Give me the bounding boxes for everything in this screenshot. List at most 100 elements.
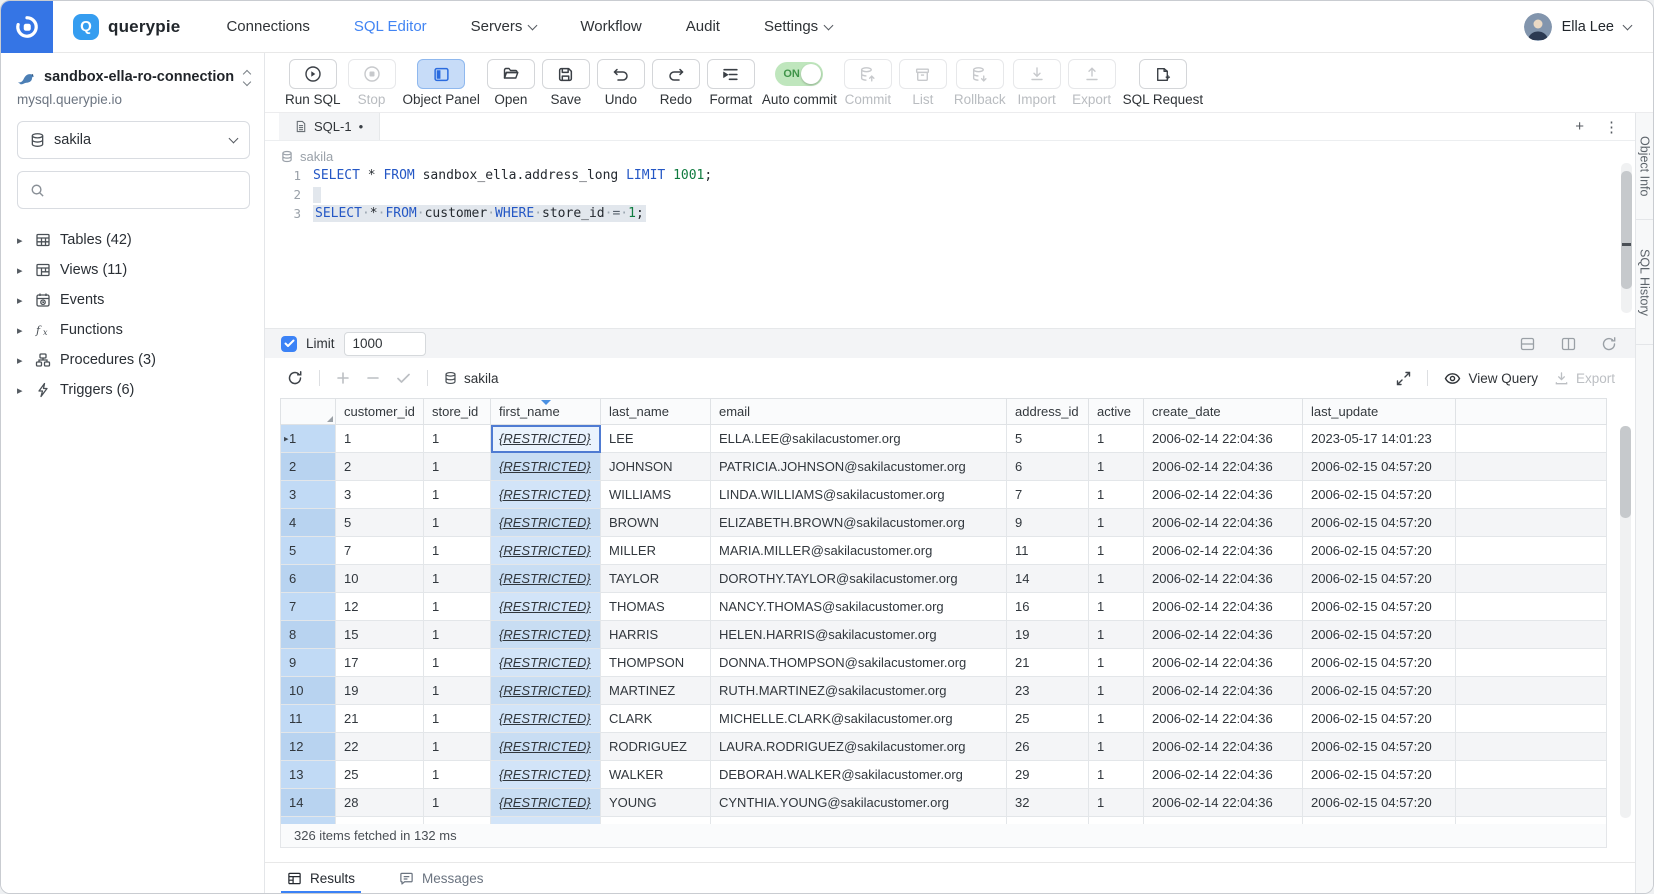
tree-procedures[interactable]: ▸ Procedures (3): [17, 345, 250, 375]
tab-sql-1[interactable]: SQL-1 •: [279, 113, 380, 140]
cell-store_id[interactable]: 1: [424, 733, 491, 761]
database-select[interactable]: sakila: [17, 121, 250, 159]
cell-customer_id[interactable]: 19: [336, 677, 424, 705]
cell-last_update[interactable]: 2006-02-15 04:57:20: [1303, 509, 1456, 537]
scrollbar-thumb[interactable]: [1621, 171, 1632, 289]
cell-email[interactable]: LINDA.WILLIAMS@sakilacustomer.org: [711, 481, 1007, 509]
cell-blank[interactable]: [1456, 453, 1607, 481]
cell-first_name[interactable]: {RESTRICTED}: [491, 621, 601, 649]
cell-first_name[interactable]: {RESTRICTED}: [491, 509, 601, 537]
cell-last_name[interactable]: BROWN: [601, 509, 711, 537]
cell-address_id[interactable]: 26: [1007, 733, 1089, 761]
cell-store_id[interactable]: 1: [424, 481, 491, 509]
save-button[interactable]: Save: [542, 59, 590, 107]
cell-last_name[interactable]: CLARK: [601, 705, 711, 733]
cell-email[interactable]: CYNTHIA.YOUNG@sakilacustomer.org: [711, 789, 1007, 817]
split-horizontal-icon[interactable]: [1519, 336, 1536, 352]
format-button[interactable]: Format: [707, 59, 755, 107]
cell-email[interactable]: NANCY.THOMAS@sakilacustomer.org: [711, 593, 1007, 621]
cell-email[interactable]: ELIZABETH.BROWN@sakilacustomer.org: [711, 509, 1007, 537]
cell-last_name[interactable]: TAYLOR: [601, 565, 711, 593]
cell-address_id[interactable]: 5: [1007, 425, 1089, 453]
refresh-icon[interactable]: [1601, 336, 1617, 352]
cell-first_name[interactable]: {RESTRICTED}: [491, 425, 601, 453]
cell-store_id[interactable]: 1: [424, 705, 491, 733]
row-number[interactable]: 7: [281, 593, 336, 621]
cell-blank[interactable]: [1456, 509, 1607, 537]
row-number[interactable]: 2: [281, 453, 336, 481]
cell-last_update[interactable]: 2006-02-15 04:57:20: [1303, 733, 1456, 761]
cell-first_name[interactable]: {RESTRICTED}: [491, 649, 601, 677]
cell-customer_id[interactable]: 28: [336, 789, 424, 817]
cell-store_id[interactable]: 1: [424, 649, 491, 677]
object-info-tab[interactable]: Object Info: [1636, 113, 1653, 220]
scrollbar-thumb[interactable]: [1620, 426, 1631, 518]
editor-scrollbar[interactable]: [1621, 163, 1632, 313]
cell-create_date[interactable]: 2006-02-14 22:04:36: [1144, 789, 1303, 817]
tree-events[interactable]: ▸ Events: [17, 285, 250, 315]
toggle-on[interactable]: ON: [775, 62, 823, 86]
redo-button[interactable]: Redo: [652, 59, 700, 107]
row-number[interactable]: 4: [281, 509, 336, 537]
column-header-blank[interactable]: [1456, 399, 1607, 425]
cell-create_date[interactable]: 2006-02-14 22:04:36: [1144, 537, 1303, 565]
search-input[interactable]: [54, 182, 237, 198]
cell-blank[interactable]: [1456, 621, 1607, 649]
cell-email[interactable]: DEBORAH.WALKER@sakilacustomer.org: [711, 761, 1007, 789]
column-header-create_date[interactable]: create_date: [1144, 399, 1303, 425]
brand[interactable]: Q querypie: [73, 14, 180, 40]
limit-input[interactable]: [344, 332, 426, 356]
cell-last_name[interactable]: MARTINEZ: [601, 677, 711, 705]
cell-address_id[interactable]: 32: [1007, 789, 1089, 817]
sql-request-button[interactable]: SQL Request: [1123, 59, 1204, 107]
row-number[interactable]: 5: [281, 537, 336, 565]
cell-store_id[interactable]: 1: [424, 621, 491, 649]
cell-active[interactable]: 1: [1089, 565, 1144, 593]
cell-last_name[interactable]: RODRIGUEZ: [601, 733, 711, 761]
cell-email[interactable]: PATRICIA.JOHNSON@sakilacustomer.org: [711, 453, 1007, 481]
cell-blank[interactable]: [1456, 705, 1607, 733]
cell-create_date[interactable]: 2006-02-14 22:04:36: [1144, 649, 1303, 677]
cell-create_date[interactable]: 2006-02-14 22:04:36: [1144, 453, 1303, 481]
cell-customer_id[interactable]: 15: [336, 621, 424, 649]
cell-create_date[interactable]: 2006-02-14 22:04:36: [1144, 621, 1303, 649]
undo-button[interactable]: Undo: [597, 59, 645, 107]
new-tab-button[interactable]: +: [1575, 118, 1584, 135]
tree-tables[interactable]: ▸ Tables (42): [17, 225, 250, 255]
cell-address_id[interactable]: 11: [1007, 537, 1089, 565]
cell-last_update[interactable]: 2023-05-17 14:01:23: [1303, 425, 1456, 453]
cell-first_name[interactable]: {RESTRICTED}: [491, 733, 601, 761]
cell-email[interactable]: HELEN.HARRIS@sakilacustomer.org: [711, 621, 1007, 649]
tab-results[interactable]: Results: [287, 863, 355, 894]
cell-last_update[interactable]: 2006-02-15 04:57:20: [1303, 761, 1456, 789]
cell-blank[interactable]: [1456, 537, 1607, 565]
cell-last_update[interactable]: 2006-02-15 04:57:20: [1303, 593, 1456, 621]
row-number[interactable]: 13: [281, 761, 336, 789]
cell-create_date[interactable]: 2006-02-14 22:04:36: [1144, 481, 1303, 509]
cell-last_name[interactable]: WALKER: [601, 761, 711, 789]
cell-address_id[interactable]: 9: [1007, 509, 1089, 537]
open-button[interactable]: Open: [487, 59, 535, 107]
nav-servers[interactable]: Servers: [471, 18, 537, 35]
cell-last_update[interactable]: 2006-02-15 04:57:20: [1303, 537, 1456, 565]
connection-switcher-icon[interactable]: [244, 69, 250, 85]
cell-active[interactable]: 1: [1089, 677, 1144, 705]
cell-blank[interactable]: [1456, 761, 1607, 789]
cell-last_name[interactable]: JOHNSON: [601, 453, 711, 481]
cell-address_id[interactable]: 16: [1007, 593, 1089, 621]
cell-store_id[interactable]: 1: [424, 537, 491, 565]
cell-active[interactable]: 1: [1089, 761, 1144, 789]
cell-customer_id[interactable]: 3: [336, 481, 424, 509]
cell-first_name[interactable]: {RESTRICTED}: [491, 677, 601, 705]
cell-address_id[interactable]: 14: [1007, 565, 1089, 593]
sidebar-search[interactable]: [17, 171, 250, 209]
cell-active[interactable]: 1: [1089, 537, 1144, 565]
cell-last_update[interactable]: 2006-02-15 04:57:20: [1303, 649, 1456, 677]
tab-menu-button[interactable]: ⋮: [1604, 118, 1619, 136]
cell-store_id[interactable]: 1: [424, 593, 491, 621]
cell-blank[interactable]: [1456, 425, 1607, 453]
row-number[interactable]: 14: [281, 789, 336, 817]
cell-email[interactable]: ELLA.LEE@sakilacustomer.org: [711, 425, 1007, 453]
row-number[interactable]: 12: [281, 733, 336, 761]
cell-blank[interactable]: [1456, 677, 1607, 705]
